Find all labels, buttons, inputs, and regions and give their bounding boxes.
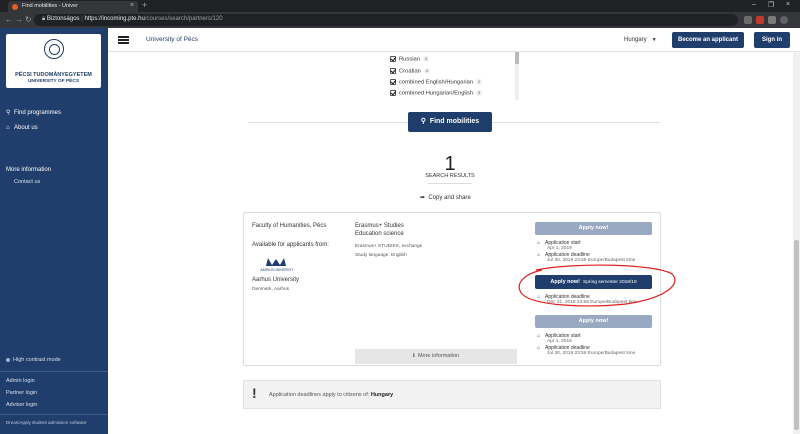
become-applicant-button[interactable]: Become an applicant xyxy=(672,32,744,48)
checkbox-checked-icon[interactable] xyxy=(390,56,396,62)
logo-line2: UNIVERSITY OF PÉCS xyxy=(27,79,80,84)
page-scrollbar-thumb[interactable] xyxy=(794,240,799,430)
top-header: University of Pécs Hungary ▼ Become an ap… xyxy=(108,28,800,52)
url-path: /courses/search/partners/120 xyxy=(144,16,223,22)
browser-titlebar: Find mobilities - Univer × + – ❐ × xyxy=(0,0,800,12)
bookmark-star-icon[interactable] xyxy=(744,16,752,24)
advisor-login-link[interactable]: Advisor login xyxy=(6,402,38,408)
partner-login-link[interactable]: Partner login xyxy=(6,390,37,396)
programme-name[interactable]: Erasmus+ Studies xyxy=(355,223,404,229)
sidebar-footer: DreamApply student admission software xyxy=(6,420,87,425)
institution-icon: ⌂ xyxy=(6,125,10,131)
forward-icon[interactable]: → xyxy=(15,15,23,24)
red-annotation-circle xyxy=(518,264,676,307)
available-label: Available for applicants from: xyxy=(252,242,329,248)
url-host: https://incoming.pte.hu xyxy=(84,16,145,22)
browser-tab[interactable]: Find mobilities - Univer × xyxy=(8,1,138,12)
sidebar-item-contact[interactable]: Contact us xyxy=(14,179,40,185)
find-mobilities-button[interactable]: ⚲ Find mobilities xyxy=(408,112,492,132)
maximize-icon[interactable]: ❐ xyxy=(768,1,774,9)
apply-now-button-disabled[interactable]: Apply now! xyxy=(535,315,652,328)
url-field[interactable]: 🔒︎ Biztonságos | https://incoming.pte.hu… xyxy=(34,14,738,26)
divider xyxy=(428,183,472,184)
institution-icon: ⌂ xyxy=(537,333,541,339)
extension-icon[interactable] xyxy=(756,16,764,24)
checkbox-checked-icon[interactable] xyxy=(390,68,396,74)
search-results-label: SEARCH RESULTS xyxy=(425,173,475,179)
close-window-icon[interactable]: × xyxy=(786,1,790,8)
search-icon: ⚲ xyxy=(420,118,426,125)
sign-in-button[interactable]: Sign in xyxy=(754,32,790,48)
filter-option[interactable]: combined English/Hungarian 2 xyxy=(390,79,483,86)
sidebar-item-find-programmes[interactable]: ⚲ Find programmes xyxy=(6,109,61,116)
application-start-date: Apr 1, 2019 xyxy=(547,339,572,344)
logo-line1: PÉCSI TUDOMÁNYEGYETEM xyxy=(15,72,92,78)
share-icon: ➦ xyxy=(420,195,426,201)
notice-text: Application deadlines apply to citizens … xyxy=(269,392,394,398)
address-bar: ← → ↻ 🔒︎ Biztonságos | https://incoming.… xyxy=(0,12,800,28)
back-icon[interactable]: ← xyxy=(5,15,13,24)
new-tab-icon[interactable]: + xyxy=(142,1,151,10)
more-information-button[interactable]: ℹ More information xyxy=(355,349,517,364)
favicon-icon xyxy=(12,4,18,10)
partner-location: Denmark, Aarhus xyxy=(252,287,290,292)
partner-name[interactable]: Aarhus University xyxy=(252,277,299,283)
tab-title: Find mobilities - Univer xyxy=(22,3,78,9)
extension-icon[interactable] xyxy=(768,16,776,24)
copy-and-share-link[interactable]: ➦ Copy and share xyxy=(420,194,490,201)
filter-option[interactable]: Croatian 4 xyxy=(390,68,430,75)
menu-icon[interactable] xyxy=(780,16,788,24)
language-select[interactable]: Hungary ▼ xyxy=(624,37,657,43)
sidebar: PÉCSI TUDOMÁNYEGYETEM UNIVERSITY OF PÉCS… xyxy=(0,28,108,434)
apply-now-button-disabled[interactable]: Apply now! xyxy=(535,222,652,235)
toggle-dot-icon xyxy=(6,357,10,362)
notice-country: Hungary xyxy=(370,392,394,398)
programme-type: Erasmus+ STUDIES, exchange xyxy=(355,244,423,249)
study-language: Study language: English xyxy=(355,253,407,258)
checkbox-checked-icon[interactable] xyxy=(390,90,396,96)
sidebar-divider xyxy=(0,371,108,372)
application-start-date: Apr 1, 2019 xyxy=(547,246,572,251)
filter-option[interactable]: combined Hungarian/English 3 xyxy=(390,90,483,97)
sidebar-item-about-us[interactable]: ⌂ About us xyxy=(6,125,38,131)
field-name: Education science xyxy=(355,231,404,237)
sidebar-more-information: More information xyxy=(6,167,52,173)
university-seal-icon xyxy=(44,39,64,59)
search-icon: ⚲ xyxy=(6,110,11,116)
high-contrast-toggle[interactable]: High contrast mode xyxy=(6,357,61,363)
faculty-name: Faculty of Humanities, Pécs xyxy=(252,223,327,229)
close-tab-icon[interactable]: × xyxy=(130,2,134,9)
institution-icon: ⌂ xyxy=(537,252,541,258)
filter-scrollbar-thumb[interactable] xyxy=(515,52,519,64)
caret-down-icon: ▼ xyxy=(651,37,657,43)
lock-icon: 🔒︎ xyxy=(42,16,46,22)
checkbox-checked-icon[interactable] xyxy=(390,79,396,85)
admin-login-link[interactable]: Admin login xyxy=(6,378,35,384)
site-title[interactable]: University of Pécs xyxy=(146,36,198,43)
info-icon: ℹ xyxy=(412,353,415,359)
reload-icon[interactable]: ↻ xyxy=(25,15,32,24)
minimize-icon[interactable]: – xyxy=(752,1,756,8)
hamburger-menu-icon[interactable] xyxy=(118,36,129,44)
application-deadline-date: Jul 30, 2019 23:59 Europe/Budapest time xyxy=(547,351,636,356)
filter-option[interactable]: Russian 4 xyxy=(390,56,429,63)
application-deadline-date: Jul 30, 2019 23:59 Europe/Budapest time xyxy=(547,258,636,263)
security-label: Biztonságos xyxy=(46,16,80,22)
university-logo[interactable]: PÉCSI TUDOMÁNYEGYETEM UNIVERSITY OF PÉCS xyxy=(6,34,101,88)
aarhus-logo-text: AARHUS UNIVERSITY xyxy=(260,268,294,272)
aarhus-university-logo: AARHUS UNIVERSITY xyxy=(260,258,295,272)
language-filter-list: Russian 4 Croatian 4 combined English/Hung… xyxy=(388,52,520,102)
institution-icon: ⌂ xyxy=(537,240,541,246)
institution-icon: ⌂ xyxy=(537,345,541,351)
exclamation-icon: ! xyxy=(252,385,257,401)
sidebar-divider xyxy=(0,414,108,415)
